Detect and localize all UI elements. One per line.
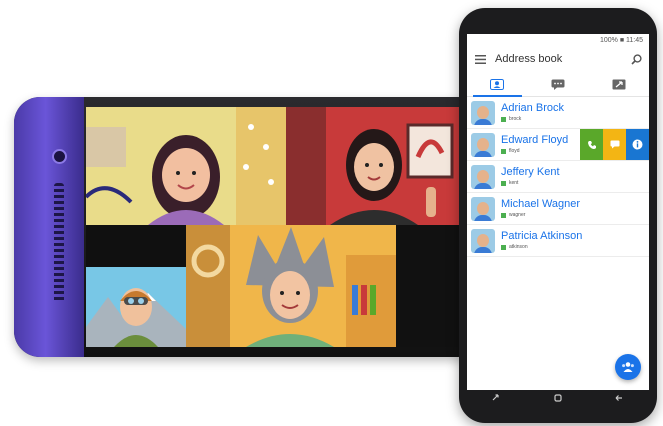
avatar (471, 196, 495, 221)
video-tile-empty (396, 225, 466, 347)
call-button[interactable] (580, 129, 603, 160)
address-book-screen: 100% ■ 11:45 Address book Adrian Brock b… (467, 34, 649, 390)
front-camera (52, 149, 67, 164)
landscape-phone (14, 97, 484, 357)
contact-name: Jeffery Kent (501, 166, 560, 178)
call-history-icon (612, 79, 626, 89)
phone-bezel (14, 97, 84, 357)
contact-name: Patricia Atkinson (501, 230, 583, 242)
hamburger-icon[interactable] (473, 52, 487, 66)
contact-card-icon (490, 78, 505, 90)
contact-actions (580, 129, 649, 160)
contact-username: floyd (509, 148, 520, 154)
presence-indicator (501, 244, 506, 250)
presence-indicator (501, 148, 506, 154)
video-tile-participant-1[interactable] (86, 107, 286, 225)
home-icon[interactable] (550, 394, 566, 404)
list-item[interactable]: Patricia Atkinson atkinson (467, 225, 649, 257)
chat-icon (551, 79, 565, 90)
contact-list: Adrian Brock brock Edward Floyd floyd Je… (467, 97, 649, 257)
participant-2-illustration (286, 107, 466, 225)
info-button[interactable] (626, 129, 649, 160)
tab-messages[interactable] (528, 72, 589, 96)
group-call-icon (622, 362, 634, 372)
page-title: Address book (495, 53, 563, 65)
participant-1-illustration (86, 107, 286, 225)
recent-apps-icon[interactable] (489, 394, 505, 404)
presence-indicator (501, 116, 506, 122)
list-item[interactable]: Jeffery Kent kent (467, 161, 649, 193)
contact-name: Adrian Brock (501, 102, 564, 114)
app-bar: Address book (467, 46, 649, 72)
contact-username: wagner (509, 212, 526, 218)
status-text: 100% ■ 11:45 (599, 36, 643, 44)
avatar (471, 100, 495, 125)
list-item[interactable]: Adrian Brock brock (467, 97, 649, 129)
contact-username: brock (509, 116, 522, 122)
tab-contacts[interactable] (467, 72, 528, 97)
speaker-grille (54, 183, 64, 303)
message-button[interactable] (603, 129, 626, 160)
video-tile-participant-4[interactable] (186, 225, 396, 347)
tab-bar (467, 72, 649, 97)
participant-3-illustration (86, 267, 186, 347)
back-icon[interactable] (611, 394, 627, 404)
status-bar: 100% ■ 11:45 (467, 34, 649, 46)
contact-username: atkinson (509, 244, 528, 250)
message-icon (610, 140, 619, 149)
contact-username: kent (509, 180, 519, 186)
presence-indicator (501, 212, 506, 218)
video-tile-participant-3[interactable] (86, 267, 186, 347)
phone-icon (587, 140, 596, 149)
avatar (471, 228, 495, 253)
system-nav-bar (467, 390, 649, 408)
avatar (471, 164, 495, 189)
avatar (471, 132, 495, 157)
video-tile-participant-2[interactable] (286, 107, 466, 225)
portrait-phone: 100% ■ 11:45 Address book Adrian Brock b… (459, 8, 657, 423)
participant-4-illustration (186, 225, 396, 347)
list-item[interactable]: Michael Wagner wagner (467, 193, 649, 225)
search-icon[interactable] (629, 52, 643, 66)
tab-calls[interactable] (588, 72, 649, 96)
presence-indicator (501, 180, 506, 186)
video-conference-screen (86, 107, 466, 347)
contact-name: Michael Wagner (501, 198, 581, 210)
info-icon (632, 139, 643, 150)
group-call-fab[interactable] (615, 354, 641, 380)
list-item[interactable]: Edward Floyd floyd (467, 129, 649, 161)
contact-name: Edward Floyd (501, 134, 569, 146)
